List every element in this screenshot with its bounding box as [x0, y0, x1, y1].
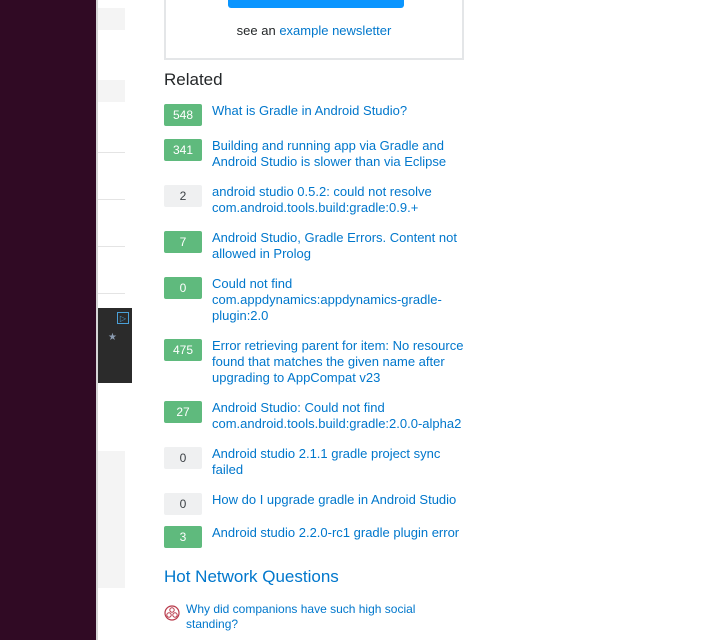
related-question-link[interactable]: Android studio 2.2.0-rc1 gradle plugin e… [212, 525, 470, 541]
rpg-site-icon [164, 605, 180, 621]
related-question-link[interactable]: Building and running app via Gradle and … [212, 138, 470, 170]
vote-count-badge: 0 [164, 447, 202, 469]
related-question-link[interactable]: Error retrieving parent for item: No res… [212, 338, 470, 386]
related-heading: Related [164, 70, 223, 89]
vote-count-badge: 7 [164, 231, 202, 253]
vote-count-badge: 0 [164, 493, 202, 515]
related-question-link[interactable]: Could not find com.appdynamics:appdynami… [212, 276, 470, 324]
vote-count-badge: 27 [164, 401, 202, 423]
vote-count-badge: 2 [164, 185, 202, 207]
divider [98, 246, 125, 247]
hidden-panel-block [98, 8, 125, 30]
related-question-link[interactable]: android studio 0.5.2: could not resolve … [212, 184, 470, 216]
divider [98, 199, 125, 200]
related-question-link[interactable]: Android Studio: Could not find com.andro… [212, 400, 470, 432]
ad-banner[interactable]: ▷ ★ [98, 308, 132, 383]
star-icon: ★ [108, 332, 117, 343]
subscribe-button[interactable] [228, 0, 404, 8]
related-question-link[interactable]: What is Gradle in Android Studio? [212, 103, 470, 119]
vote-count-badge: 3 [164, 526, 202, 548]
example-newsletter-link[interactable]: example newsletter [279, 23, 391, 38]
divider [98, 152, 125, 153]
vote-count-badge: 548 [164, 104, 202, 126]
divider [98, 293, 125, 294]
desktop-sidebar [0, 0, 96, 640]
related-question-link[interactable]: Android studio 2.1.1 gradle project sync… [212, 446, 470, 478]
hot-question-link[interactable]: Why did companions have such high social… [186, 602, 426, 632]
newsletter-box: see an example newsletter [164, 0, 464, 60]
related-question-link[interactable]: How do I upgrade gradle in Android Studi… [212, 492, 470, 508]
vote-count-badge: 0 [164, 277, 202, 299]
hidden-panel-block [98, 80, 125, 102]
adchoices-icon[interactable]: ▷ [117, 312, 129, 324]
hidden-panel-block [98, 451, 125, 588]
newsletter-example-line: see an example newsletter [166, 23, 462, 38]
vote-count-badge: 341 [164, 139, 202, 161]
related-question-link[interactable]: Android Studio, Gradle Errors. Content n… [212, 230, 470, 262]
newsletter-prefix: see an [236, 23, 276, 38]
hot-network-heading[interactable]: Hot Network Questions [164, 567, 339, 587]
vote-count-badge: 475 [164, 339, 202, 361]
